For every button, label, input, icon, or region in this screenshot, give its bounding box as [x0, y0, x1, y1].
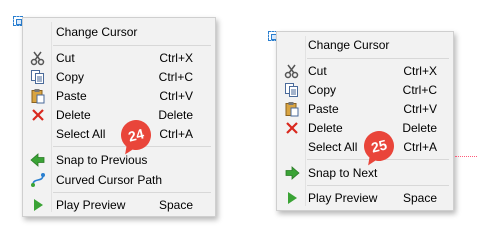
menu-item-label: Play Preview: [308, 191, 378, 205]
menu-item-curved-cursor-path[interactable]: Curved Cursor Path: [23, 170, 215, 190]
menu-separator: [53, 192, 211, 193]
menu-item-shortcut: Space: [402, 191, 437, 205]
menu-item-label: Curved Cursor Path: [56, 173, 163, 187]
menu-item-shortcut: Delete: [402, 121, 437, 135]
play-icon: [284, 190, 300, 206]
delete-x-icon: [284, 120, 300, 136]
menu-item-label: Delete: [56, 108, 91, 122]
arrow-left-icon: [30, 152, 46, 168]
menu-item-select-all[interactable]: Select All Ctrl+A: [23, 124, 215, 144]
menu-item-shortcut: Ctrl+X: [159, 51, 193, 65]
menu-item-label: Play Preview: [56, 198, 126, 212]
menu-item-shortcut: Delete: [158, 108, 193, 122]
menu-item-shortcut: Ctrl+C: [158, 70, 193, 84]
menu-item-copy[interactable]: Copy Ctrl+C: [23, 67, 215, 87]
menu-separator: [307, 185, 449, 186]
menu-item-shortcut: Ctrl+V: [159, 89, 193, 103]
menu-item-paste[interactable]: Paste Ctrl+V: [277, 99, 453, 119]
menu-item-label: Cut: [308, 64, 327, 78]
menu-item-label: Paste: [56, 89, 87, 103]
menu-separator: [53, 45, 211, 46]
menu-separator: [307, 58, 449, 59]
step-badge: 24: [117, 116, 155, 159]
delete-x-icon: [30, 107, 46, 123]
menu-item-play-preview[interactable]: Play Preview Space: [23, 195, 215, 215]
menu-item-label: Select All: [56, 127, 106, 141]
menu-item-change-cursor[interactable]: Change Cursor: [277, 35, 453, 55]
menu-item-label: Select All: [308, 140, 358, 154]
menu-item-shortcut: Ctrl+C: [402, 83, 437, 97]
copy-icon: [284, 82, 300, 98]
menu-item-play-preview[interactable]: Play Preview Space: [277, 188, 453, 208]
menu-item-label: Copy: [308, 83, 337, 97]
menu-item-label: Copy: [56, 70, 85, 84]
context-menu-left: Change Cursor Cut Ctrl+X Copy Ctrl+C Pas…: [22, 17, 216, 217]
cursor-path-hint: [455, 156, 477, 159]
menu-item-shortcut: Ctrl+A: [159, 127, 193, 141]
step-badge: 25: [360, 127, 398, 170]
menu-item-cut[interactable]: Cut Ctrl+X: [23, 48, 215, 68]
arrow-right-icon: [284, 165, 300, 181]
paste-icon: [30, 88, 46, 104]
menu-item-snap-to-previous[interactable]: Snap to Previous: [23, 150, 215, 170]
scissors-icon: [30, 50, 46, 66]
menu-item-label: Cut: [56, 51, 75, 65]
menu-item-cut[interactable]: Cut Ctrl+X: [277, 61, 453, 81]
menu-item-shortcut: Ctrl+A: [403, 140, 437, 154]
menu-item-shortcut: Ctrl+V: [403, 102, 437, 116]
scissors-icon: [284, 63, 300, 79]
copy-icon: [30, 69, 46, 85]
menu-item-shortcut: Ctrl+X: [403, 64, 437, 78]
menu-item-delete[interactable]: Delete Delete: [23, 105, 215, 125]
context-menu-right: Change Cursor Cut Ctrl+X Copy Ctrl+C Pas…: [276, 31, 454, 211]
play-icon: [30, 197, 46, 213]
menu-item-label: Change Cursor: [308, 38, 390, 52]
menu-item-copy[interactable]: Copy Ctrl+C: [277, 80, 453, 100]
menu-item-paste[interactable]: Paste Ctrl+V: [23, 86, 215, 106]
menu-item-change-cursor[interactable]: Change Cursor: [23, 22, 215, 42]
menu-item-label: Delete: [308, 121, 343, 135]
curved-path-icon: [30, 172, 46, 188]
menu-item-label: Paste: [308, 102, 339, 116]
paste-icon: [284, 101, 300, 117]
menu-item-label: Change Cursor: [56, 25, 138, 39]
menu-item-shortcut: Space: [158, 198, 193, 212]
